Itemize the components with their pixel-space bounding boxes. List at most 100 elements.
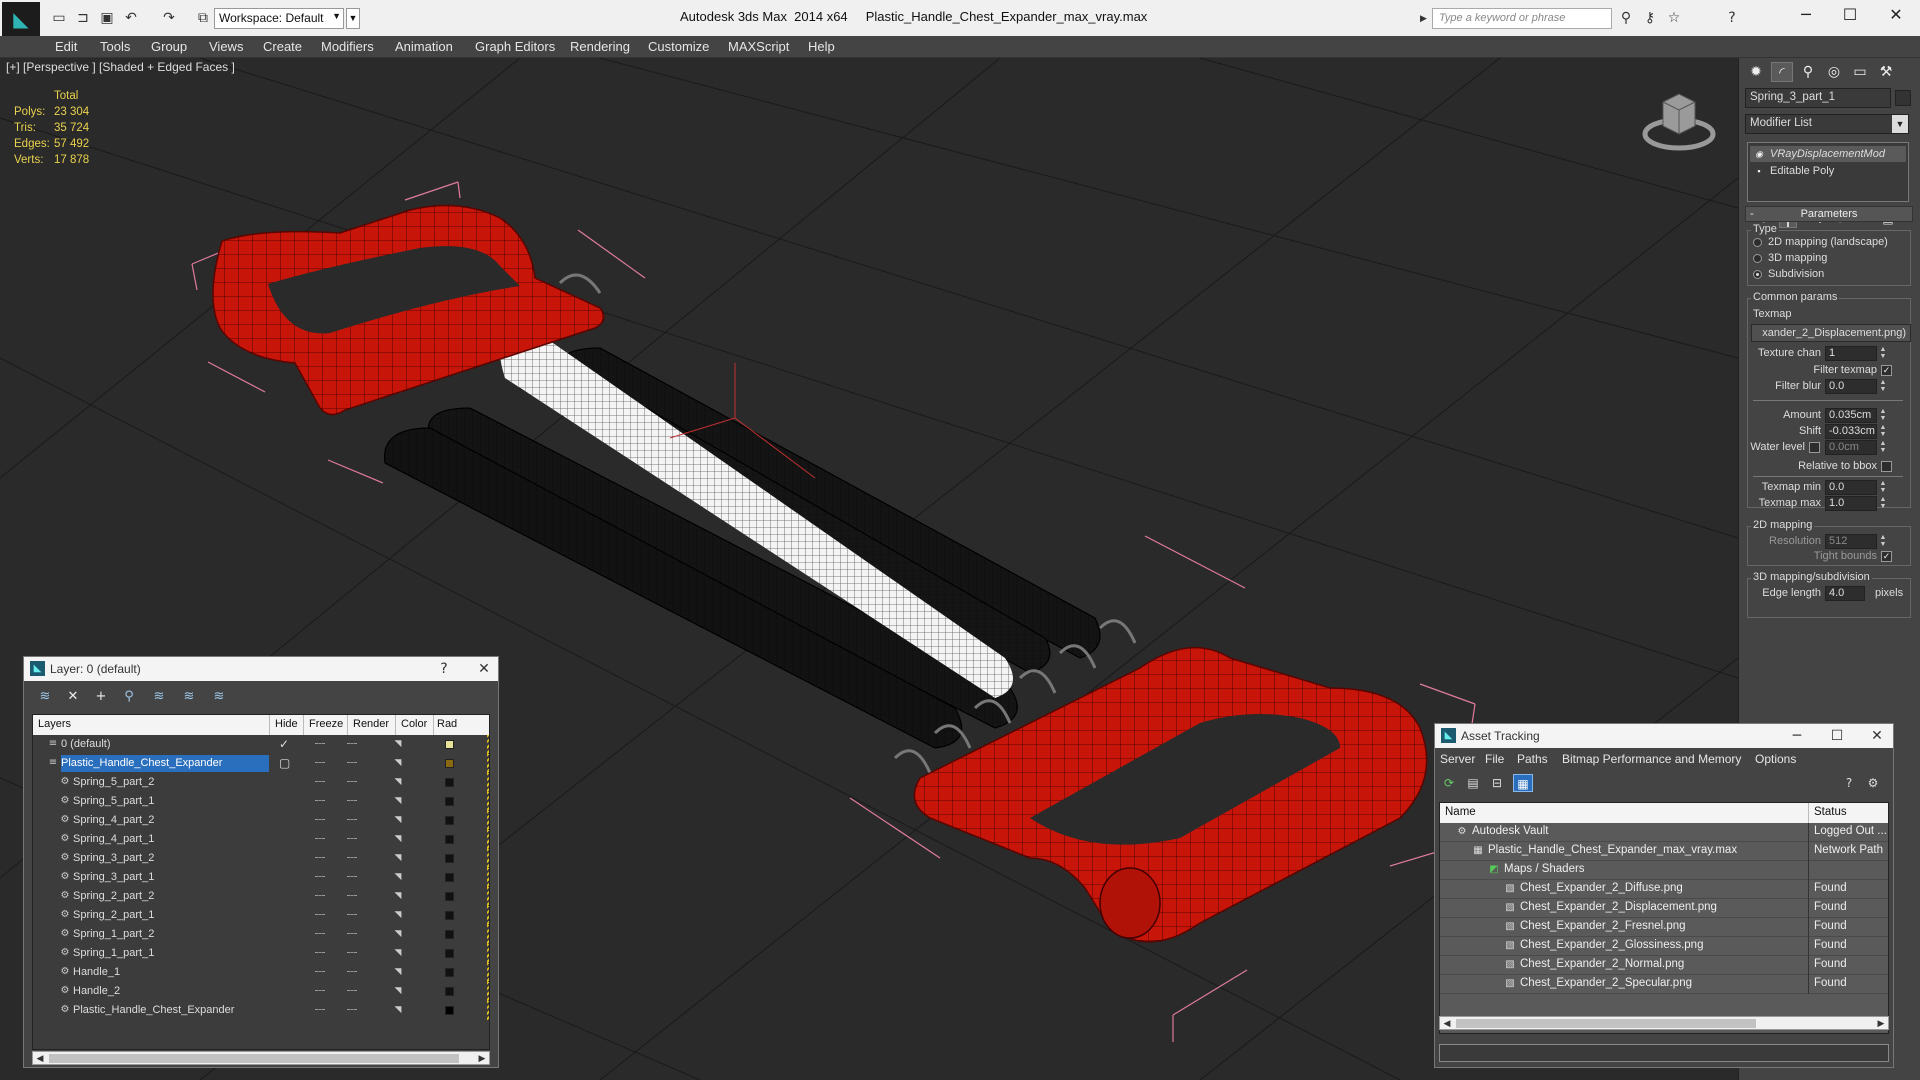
asset-row[interactable]: ▧ Chest_Expander_2_Fresnel.png Found [1440,918,1888,937]
water-level-spinner[interactable]: 0.0cm [1825,440,1877,455]
viewcube-icon[interactable] [1638,84,1720,156]
column-status[interactable]: Status [1814,806,1847,818]
layer-name[interactable]: Spring_4_part_2 [73,812,160,829]
hide-toggle[interactable] [315,800,325,802]
edge-length-spinner[interactable]: 4.0 [1825,586,1865,601]
list-view-icon[interactable]: ▤ [1463,774,1483,792]
render-teapot-icon[interactable]: ◥ [393,910,403,920]
layer-name[interactable]: Spring_2_part_2 [73,888,160,905]
lightbulb-icon[interactable]: ◉ [1754,149,1764,159]
render-teapot-icon[interactable]: ◥ [393,777,403,787]
freeze-toggle[interactable] [347,990,357,992]
asset-menu-options[interactable]: Options [1755,752,1796,766]
hide-toggle[interactable] [315,914,325,916]
layer-color-swatch[interactable] [445,911,454,920]
layer-row[interactable]: ⚙ Handle_1 ◥ [33,963,489,982]
radiosity-indicator[interactable] [487,792,489,811]
scrollbar-thumb[interactable] [1456,1019,1756,1028]
freeze-toggle[interactable] [347,781,357,783]
freeze-all-layers-icon[interactable]: ≋ [208,687,230,707]
layer-row[interactable]: ⚙ Handle_2 ◥ [33,982,489,1001]
search-input[interactable]: Type a keyword or phrase [1432,8,1612,29]
freeze-toggle[interactable] [347,1009,357,1011]
freeze-toggle[interactable] [347,933,357,935]
radio-button[interactable] [1753,269,1762,279]
layer-row[interactable]: ≡ 0 (default) ✓ ◥ [33,735,489,754]
object-name-field[interactable]: Spring_3_part_1 [1745,88,1891,108]
close-button[interactable]: ✕ [1863,726,1891,746]
filter-blur-spinner[interactable]: 0.0 [1825,379,1877,394]
layer-row[interactable]: ⚙ Spring_5_part_1 ◥ [33,792,489,811]
radiosity-indicator[interactable] [487,887,489,906]
render-teapot-icon[interactable]: ◥ [393,815,403,825]
spinner-arrows-icon[interactable]: ▲ ▼ [1879,346,1887,361]
workspace-dropdown[interactable]: Workspace: Default ▼ [214,8,344,29]
scroll-left-icon[interactable]: ◀ [33,1052,47,1064]
table-view-icon[interactable]: ▦ [1513,774,1533,792]
new-file-icon[interactable]: ▭ [50,9,68,27]
viewport-label[interactable]: [+] [Perspective ] [Shaded + Edged Faces… [6,60,235,74]
minimize-button[interactable]: ─ [1786,4,1826,26]
column-color[interactable]: Color [401,718,427,730]
layer-name[interactable]: Spring_1_part_2 [73,926,160,943]
render-teapot-icon[interactable]: ◥ [393,929,403,939]
spinner-arrows-icon[interactable]: ▲ ▼ [1879,424,1887,439]
close-button[interactable]: ✕ [470,659,498,679]
scroll-right-icon[interactable]: ▶ [475,1052,489,1064]
menu-tools[interactable]: Tools [100,39,130,54]
layer-color-swatch[interactable] [445,759,454,768]
radiosity-indicator[interactable] [487,982,489,1001]
stack-item-editable-poly[interactable]: ▪ Editable Poly [1750,163,1906,179]
render-teapot-icon[interactable]: ◥ [393,834,403,844]
create-layer-icon[interactable]: ≋ [34,687,56,707]
freeze-toggle[interactable] [347,800,357,802]
menu-edit[interactable]: Edit [55,39,77,54]
hide-toggle[interactable] [315,971,325,973]
freeze-toggle[interactable] [347,895,357,897]
filter-texmap-checkbox[interactable]: ✓ [1881,365,1892,376]
radiosity-indicator[interactable] [487,735,489,754]
layer-color-swatch[interactable] [445,816,454,825]
render-teapot-icon[interactable]: ◥ [393,967,403,977]
project-folder-icon[interactable]: ⧉ [194,9,212,27]
asset-menu-paths[interactable]: Paths [1517,752,1548,766]
freeze-toggle[interactable] [347,952,357,954]
delete-layer-icon[interactable]: ✕ [62,687,84,707]
asset-row[interactable]: ▧ Chest_Expander_2_Diffuse.png Found [1440,880,1888,899]
render-teapot-icon[interactable]: ◥ [393,1005,403,1015]
search-expand-icon[interactable]: ▶ [1420,10,1430,26]
radiosity-indicator[interactable] [487,830,489,849]
current-layer-check-icon[interactable]: ✓ [279,737,289,751]
radiosity-indicator[interactable] [487,849,489,868]
layer-name[interactable]: Spring_1_part_1 [73,945,160,962]
freeze-toggle[interactable] [347,971,357,973]
layer-name[interactable]: Plastic_Handle_Chest_Expander [61,755,269,772]
add-to-layer-icon[interactable]: + [90,687,112,707]
create-icon[interactable]: ✹ [1745,62,1767,82]
asset-row[interactable]: ▧ Chest_Expander_2_Displacement.png Found [1440,899,1888,918]
asset-row[interactable]: ▧ Chest_Expander_2_Glossiness.png Found [1440,937,1888,956]
layer-name[interactable]: Spring_5_part_2 [73,774,160,791]
freeze-toggle[interactable] [347,819,357,821]
radio-button[interactable] [1753,253,1762,263]
help-icon[interactable]: ? [1839,774,1859,792]
save-icon[interactable]: ▣ [98,9,116,27]
layer-color-swatch[interactable] [445,740,454,749]
freeze-toggle[interactable] [347,838,357,840]
hide-toggle[interactable] [315,819,325,821]
render-teapot-icon[interactable]: ◥ [393,758,403,768]
render-teapot-icon[interactable]: ◥ [393,796,403,806]
display-icon[interactable]: ▭ [1849,62,1871,82]
layer-row[interactable]: ⚙ Spring_1_part_2 ◥ [33,925,489,944]
render-teapot-icon[interactable]: ◥ [393,948,403,958]
layer-color-swatch[interactable] [445,949,454,958]
parameters-rollout[interactable]: - Parameters [1745,206,1913,222]
menu-modifiers[interactable]: Modifiers [321,39,374,54]
layer-name[interactable]: Spring_2_part_1 [73,907,160,924]
freeze-toggle[interactable] [347,762,357,764]
app-menu-button[interactable]: ◣ [2,2,40,36]
freeze-toggle[interactable] [347,743,357,745]
layer-name[interactable]: Spring_3_part_2 [73,850,160,867]
render-teapot-icon[interactable]: ◥ [393,739,403,749]
layer-row[interactable]: ⚙ Plastic_Handle_Chest_Expander ◥ [33,1001,489,1020]
